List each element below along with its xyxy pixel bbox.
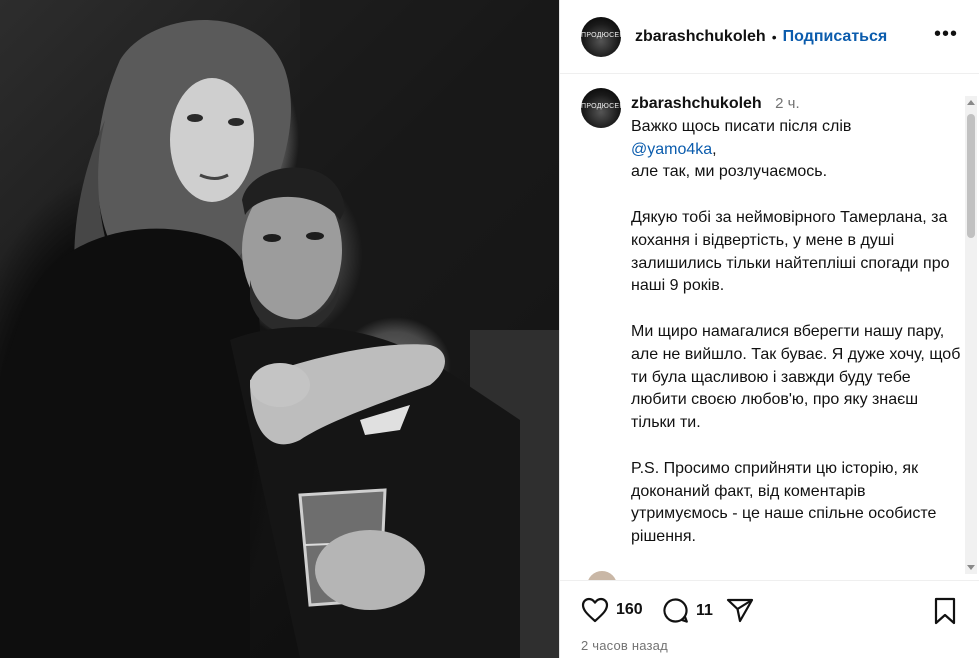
post-header: ПРОДЮСЕР zbarashchukoleh • Подписаться •… <box>560 0 979 74</box>
caption-paragraph-4: P.S. Просимо сприйняти цю історію, як до… <box>631 459 937 546</box>
caption-username[interactable]: zbarashchukoleh <box>631 95 762 112</box>
caption-paragraph-2: Дякую тобі за неймовірного Тамерлана, за… <box>631 208 950 295</box>
post-side-panel: ПРОДЮСЕР zbarashchukoleh • Подписаться •… <box>559 0 979 658</box>
caption-avatar-text: ПРОДЮСЕР <box>581 103 621 110</box>
bookmark-icon[interactable] <box>933 597 957 625</box>
post-photo[interactable] <box>0 0 559 658</box>
share-icon[interactable] <box>726 597 754 623</box>
caption-body: zbarashchukoleh 2 ч. Важко щось писати п… <box>631 93 961 549</box>
comments-count[interactable]: 11 <box>696 602 713 620</box>
author-username[interactable]: zbarashchukoleh <box>635 28 766 46</box>
caption-avatar[interactable]: ПРОДЮСЕР <box>581 88 621 128</box>
commenter-avatar[interactable] <box>587 571 617 580</box>
author-avatar[interactable]: ПРОДЮСЕР <box>581 16 621 57</box>
comments-area[interactable]: ПРОДЮСЕР zbarashchukoleh 2 ч. Важко щось… <box>560 74 979 580</box>
share-action <box>726 597 754 623</box>
more-options-icon[interactable]: ••• <box>934 24 958 44</box>
caption-line-3: але так, ми розлучаємось. <box>631 163 828 181</box>
caption-line-1: Важко щось писати після слів <box>631 117 852 135</box>
comments-scrollbar[interactable] <box>965 96 977 574</box>
heart-icon[interactable] <box>581 597 609 623</box>
mention-link[interactable]: @yamo4ka <box>631 141 712 158</box>
follow-button[interactable]: Подписаться <box>783 28 888 46</box>
likes-count[interactable]: 160 <box>616 601 643 619</box>
avatar-text: ПРОДЮСЕР <box>581 31 621 39</box>
separator-dot: • <box>771 28 777 45</box>
scrollbar-thumb[interactable] <box>967 114 975 238</box>
next-comment-peek <box>581 571 961 580</box>
post-actions: 160 11 2 часов назад <box>560 580 979 658</box>
photo-illustration <box>0 0 559 658</box>
caption-mention-line: @yamo4ka, <box>631 139 961 162</box>
comment-icon[interactable] <box>662 597 689 624</box>
comment-action: 11 <box>662 597 713 624</box>
save-action <box>933 597 957 625</box>
post-timestamp[interactable]: 2 часов назад <box>581 638 668 653</box>
caption-time[interactable]: 2 ч. <box>775 95 800 112</box>
scroll-up-icon[interactable] <box>967 100 975 105</box>
mention-suffix: , <box>712 140 717 158</box>
like-action: 160 <box>581 597 643 623</box>
scroll-down-icon[interactable] <box>967 565 975 570</box>
caption-paragraph-3: Ми щиро намагалися вберегти нашу пару, а… <box>631 322 961 432</box>
